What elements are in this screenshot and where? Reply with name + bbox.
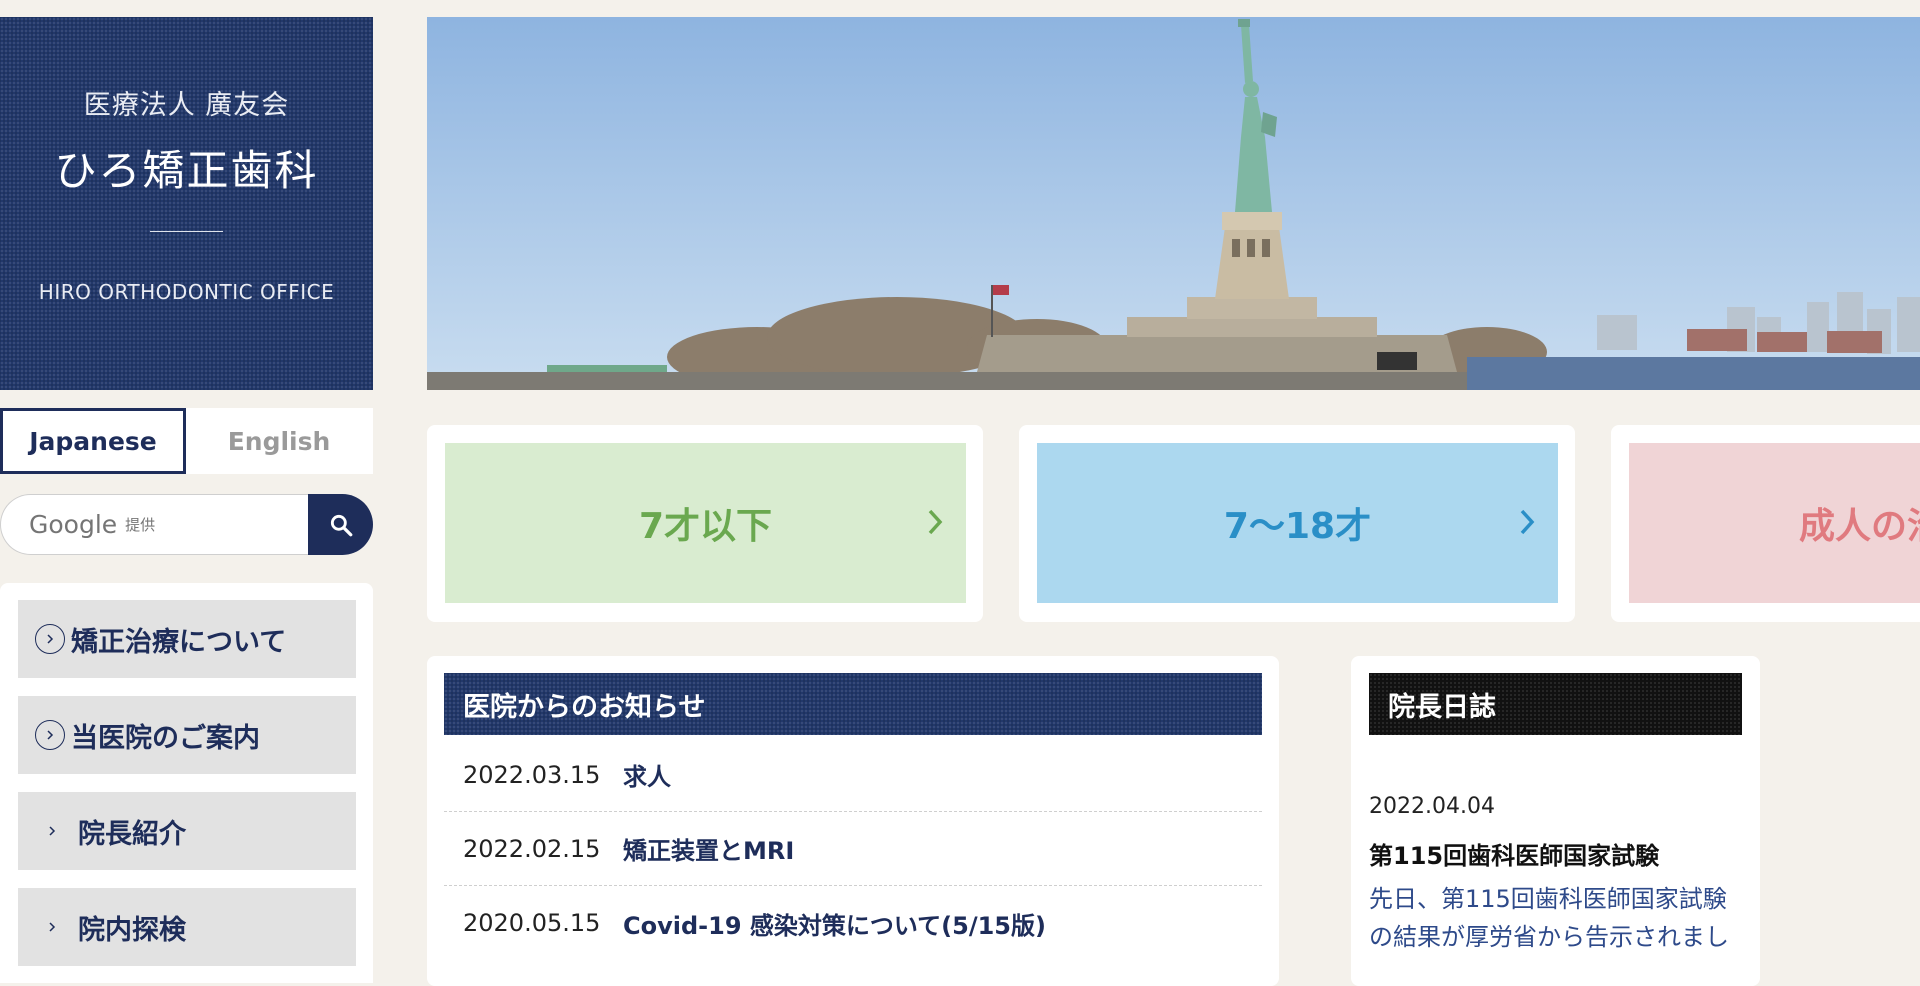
search-button[interactable] [308, 494, 373, 555]
nav-item-director-profile[interactable]: 院長紹介 [18, 792, 356, 870]
diary-excerpt: 先日、第115回歯科医師国家試験の結果が厚労省から告示されまし [1369, 885, 1729, 951]
news-panel: 医院からのお知らせ 2022.03.15 求人 2022.02.15 矯正装置と… [427, 656, 1279, 986]
circle-chevron-right-icon [35, 720, 65, 750]
provided-label: 提供 [125, 516, 156, 534]
news-row: 2020.05.15 Covid-19 感染対策について(5/15版) [444, 886, 1262, 960]
nav-item-label: 当医院のご案内 [71, 722, 260, 754]
director-diary-panel: 院長日誌 2022.04.04 第115回歯科医師国家試験 先日、第115回歯科… [1351, 656, 1760, 986]
logo-corporation: 医療法人 廣友会 [83, 90, 290, 121]
category-card-adult: 成人の治療 [1611, 425, 1920, 622]
logo-clinic-name: ひろ矯正歯科 [54, 146, 319, 195]
circle-chevron-right-icon [35, 624, 65, 654]
clinic-logo[interactable]: 医療法人 廣友会 ひろ矯正歯科 HIRO ORTHODONTIC OFFICE [0, 17, 373, 390]
category-label: 7才以下 [638, 506, 773, 547]
language-switcher: Japanese English [0, 408, 373, 474]
news-title-link[interactable]: 矯正装置とMRI [623, 831, 794, 866]
news-title-link[interactable]: 求人 [623, 757, 671, 792]
category-link-adult[interactable]: 成人の治療 [1629, 443, 1920, 603]
news-heading: 医院からのお知らせ [444, 673, 1262, 735]
chevron-right-icon [1520, 509, 1535, 535]
chevron-right-icon [42, 920, 62, 934]
news-date: 2022.03.15 [463, 760, 601, 789]
side-navigation: 矯正治療について 当医院のご案内 院長紹介 院内探検 [0, 583, 373, 983]
nav-item-orthodontic-treatment[interactable]: 矯正治療について [18, 600, 356, 678]
news-date: 2022.02.15 [463, 834, 601, 863]
logo-divider [150, 231, 223, 232]
category-link-under7[interactable]: 7才以下 [445, 443, 966, 603]
site-search: Google 提供 [0, 494, 373, 555]
chevron-right-icon [928, 509, 943, 535]
nav-item-label: 院長紹介 [78, 818, 186, 850]
hero-image [427, 17, 1920, 390]
nav-item-label: 矯正治療について [71, 626, 287, 658]
category-label: 7〜18才 [1223, 506, 1372, 547]
search-input[interactable]: Google 提供 [0, 494, 308, 555]
news-date: 2020.05.15 [463, 909, 601, 937]
news-row: 2022.03.15 求人 [444, 738, 1262, 812]
category-label: 成人の治療 [1799, 506, 1920, 547]
tab-english[interactable]: English [186, 408, 372, 474]
nav-item-clinic-tour[interactable]: 院内探検 [18, 888, 356, 966]
search-icon [330, 514, 352, 536]
tab-japanese[interactable]: Japanese [0, 408, 186, 474]
diary-title-link[interactable]: 第115回歯科医師国家試験 [1369, 836, 1659, 871]
google-label: Google [29, 510, 118, 539]
diary-date: 2022.04.04 [1369, 794, 1495, 819]
chevron-right-icon [42, 824, 62, 838]
news-title-link[interactable]: Covid-19 感染対策について(5/15版) [623, 906, 1046, 941]
nav-item-label: 院内探検 [78, 914, 186, 946]
category-link-7-18[interactable]: 7〜18才 [1037, 443, 1558, 603]
nav-item-clinic-guide[interactable]: 当医院のご案内 [18, 696, 356, 774]
category-card-7-18: 7〜18才 [1019, 425, 1575, 622]
category-card-under7: 7才以下 [427, 425, 983, 622]
diary-heading: 院長日誌 [1369, 673, 1742, 735]
logo-english-name: HIRO ORTHODONTIC OFFICE [38, 280, 335, 304]
news-row: 2022.02.15 矯正装置とMRI [444, 812, 1262, 886]
